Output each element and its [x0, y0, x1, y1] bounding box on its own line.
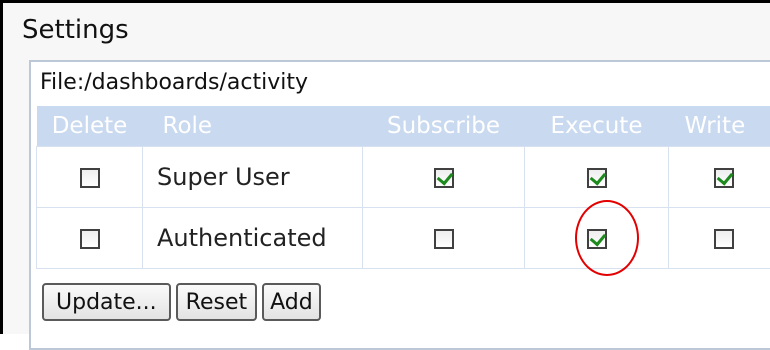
subscribe-checkbox[interactable]: [434, 168, 454, 188]
role-label: Super User: [143, 147, 363, 208]
role-label: Authenticated: [143, 208, 363, 269]
table-row: Authenticated: [37, 208, 770, 269]
delete-checkbox[interactable]: [80, 168, 100, 188]
header-role: Role: [143, 106, 363, 147]
file-path: File:/dashboards/activity: [40, 72, 308, 94]
header-execute: Execute: [525, 106, 669, 147]
add-button[interactable]: Add: [262, 283, 321, 321]
table-row: Super User: [37, 147, 770, 208]
subscribe-checkbox[interactable]: [434, 229, 454, 249]
delete-checkbox[interactable]: [80, 229, 100, 249]
header-write: Write: [669, 106, 770, 147]
panel-title: Settings: [22, 17, 129, 43]
button-bar: Update... Reset Add: [42, 283, 321, 321]
settings-panel: Settings File:/dashboards/activity Delet…: [0, 0, 770, 334]
execute-checkbox[interactable]: [587, 229, 607, 249]
write-checkbox[interactable]: [714, 168, 734, 188]
header-delete: Delete: [37, 106, 143, 147]
execute-checkbox[interactable]: [587, 168, 607, 188]
header-subscribe: Subscribe: [363, 106, 525, 147]
permissions-table: Delete Role Subscribe Execute Write Supe…: [36, 106, 770, 269]
table-header-row: Delete Role Subscribe Execute Write: [37, 106, 770, 147]
reset-button[interactable]: Reset: [176, 283, 257, 321]
update-button[interactable]: Update...: [42, 283, 171, 321]
write-checkbox[interactable]: [714, 229, 734, 249]
permissions-box: File:/dashboards/activity Delete Role Su…: [29, 60, 770, 350]
